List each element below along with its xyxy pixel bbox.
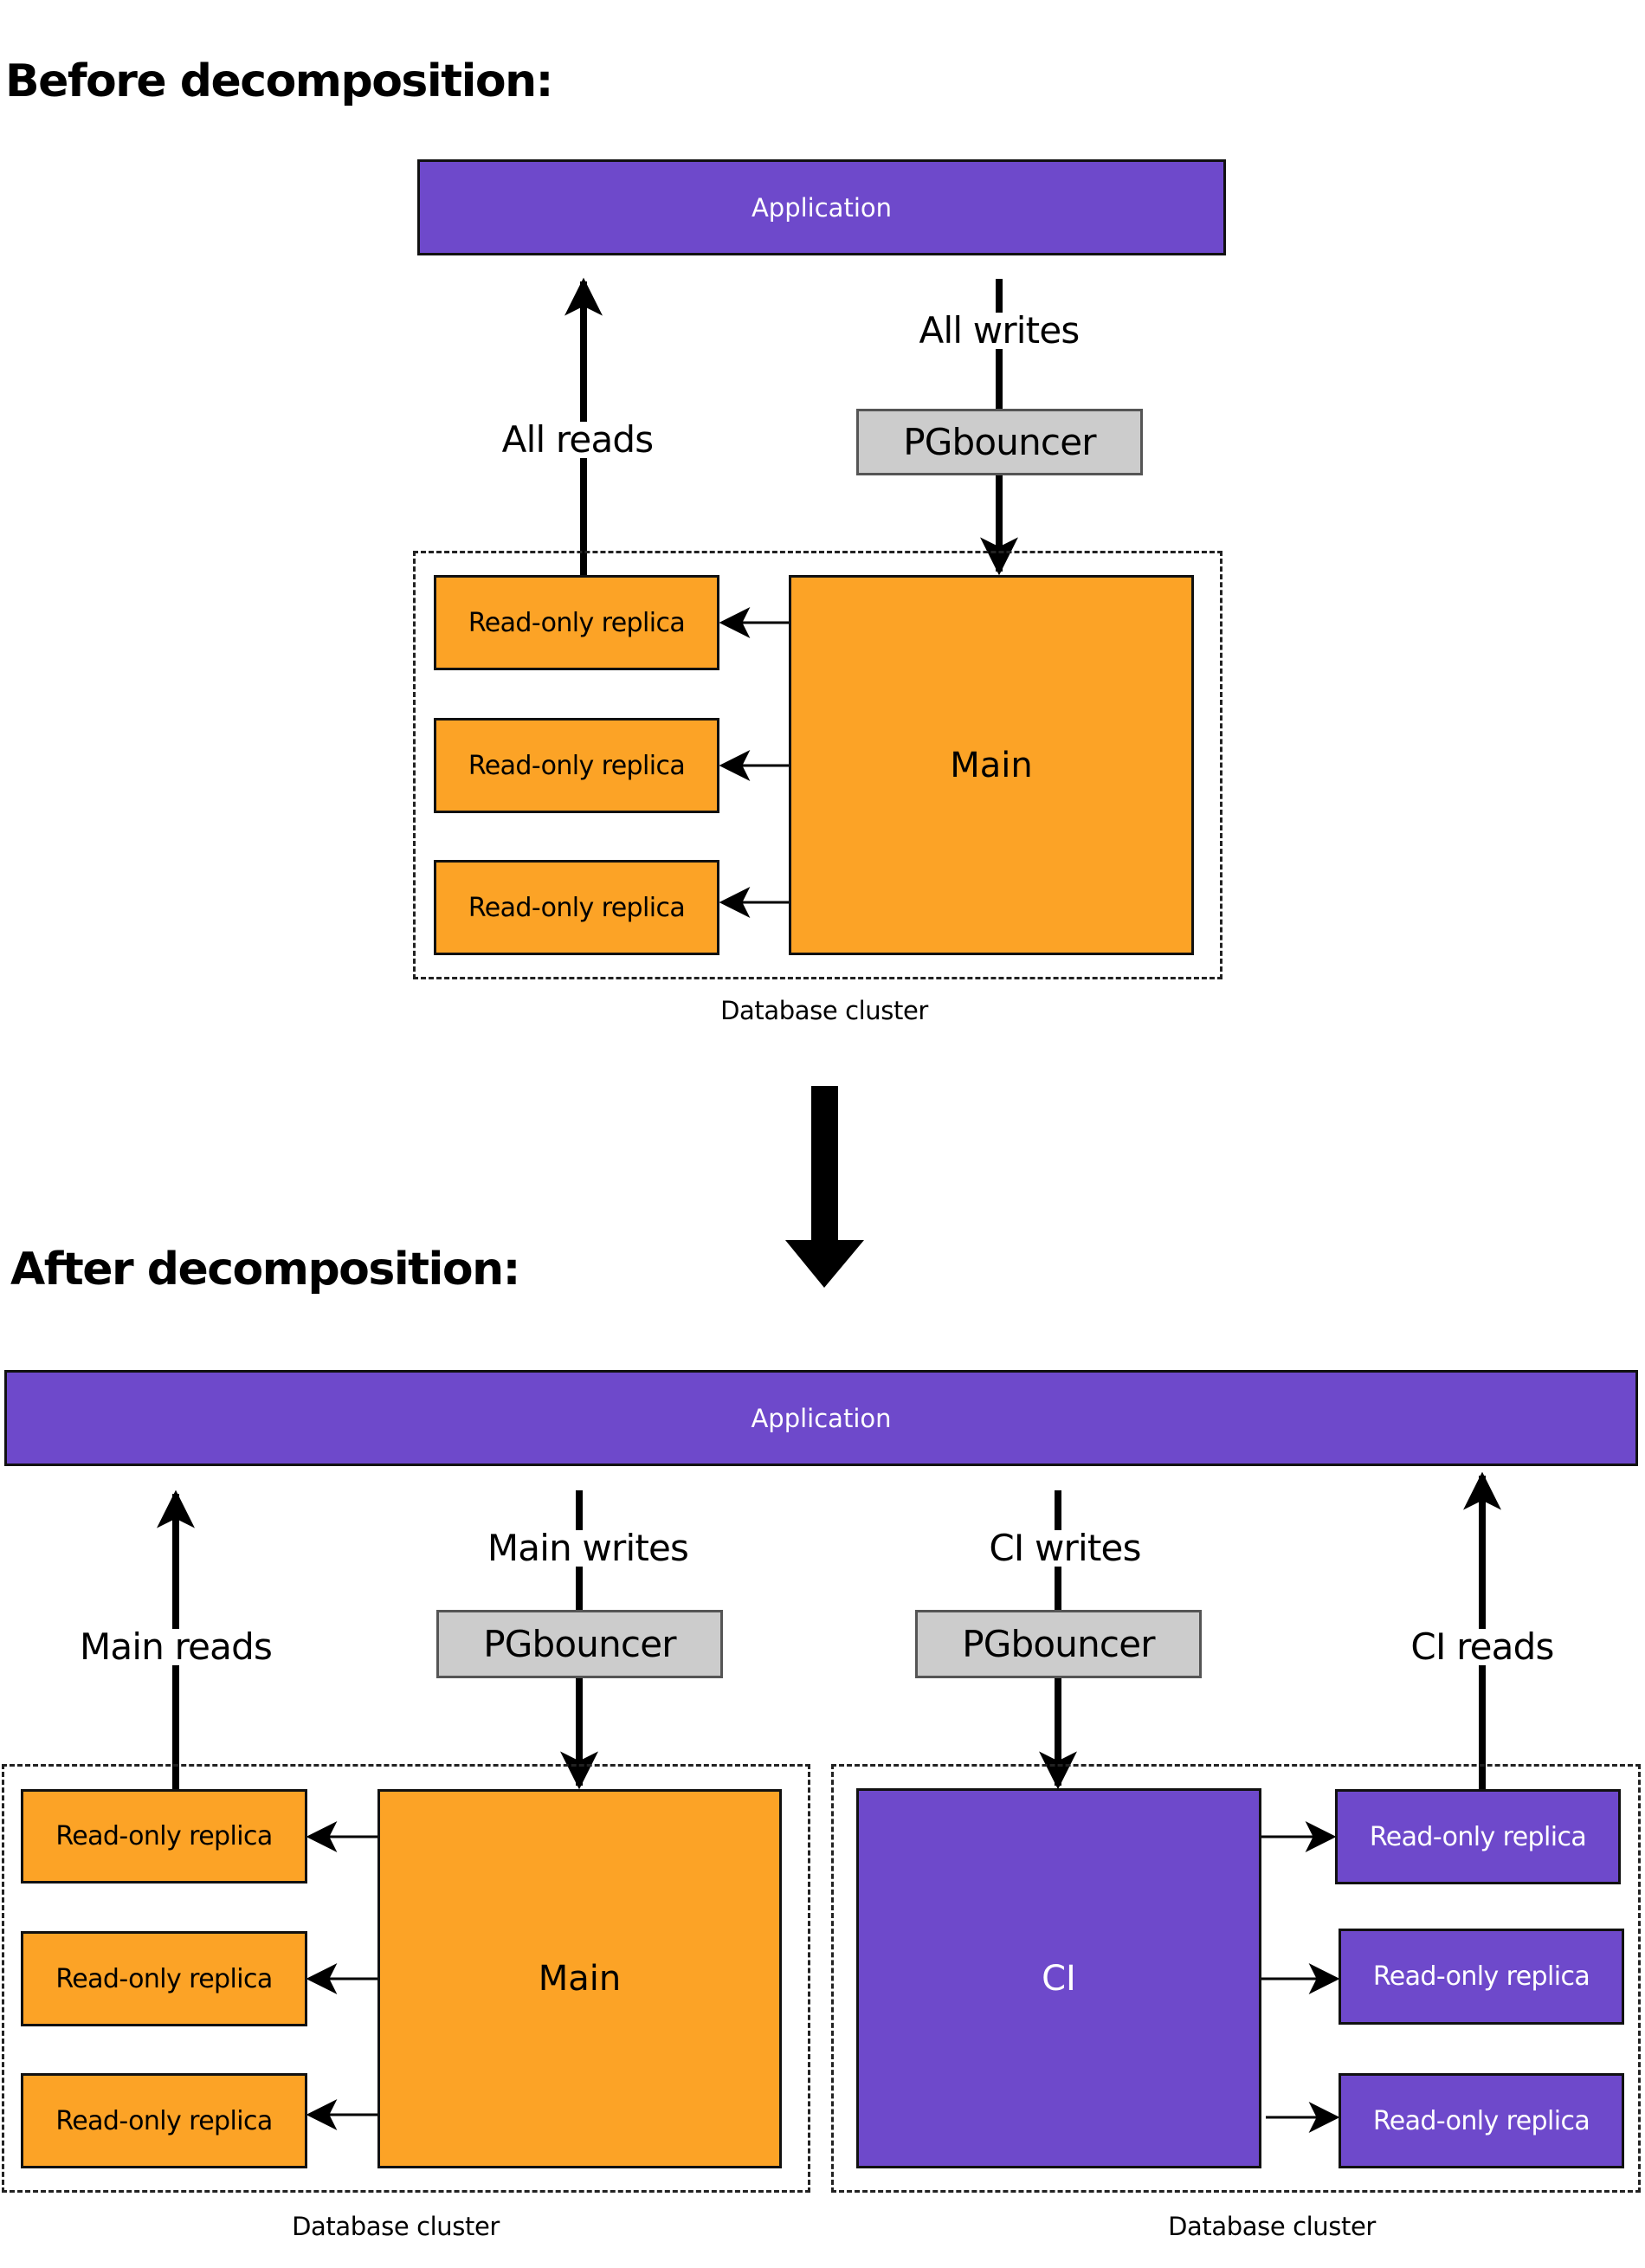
pgbouncer-box: PGbouncer [856,409,1143,475]
application-label: Application [751,192,893,223]
ci-db-label: CI [1042,1958,1076,1999]
read-replica-box: Read-only replica [434,860,719,955]
ci-read-replica-box: Read-only replica [1339,2073,1624,2168]
ci-writes-label: CI writes [987,1527,1143,1569]
main-database-cluster-label: Database cluster [292,2212,500,2241]
main-writes-label: Main writes [485,1527,691,1569]
all-writes-label: All writes [917,309,1081,352]
main-read-replica-label: Read-only replica [55,1963,273,1994]
main-read-replica-box: Read-only replica [21,1789,307,1884]
application-box: Application [417,159,1226,255]
ci-reads-label: CI reads [1409,1625,1556,1668]
main-db-label-after: Main [538,1959,622,1999]
ci-read-replica-box: Read-only replica [1335,1789,1621,1884]
application-label-after: Application [751,1403,892,1433]
after-title: After decomposition: [10,1244,520,1296]
main-pgbouncer-box: PGbouncer [436,1610,723,1678]
main-read-replica-box: Read-only replica [21,1931,307,2026]
main-reads-label: Main reads [77,1625,274,1668]
read-replica-box: Read-only replica [434,718,719,813]
ci-database-cluster-label: Database cluster [1168,2212,1376,2241]
ci-pgbouncer-box: PGbouncer [915,1610,1202,1678]
ci-read-replica-label: Read-only replica [1369,1821,1587,1852]
read-replica-label: Read-only replica [468,750,686,781]
read-replica-label: Read-only replica [468,607,686,638]
main-pgbouncer-label: PGbouncer [483,1623,676,1665]
main-db-box: Main [789,575,1194,955]
before-title: Before decomposition: [5,55,553,107]
database-cluster-label: Database cluster [720,996,928,1025]
arrow-down-icon [785,1086,864,1288]
ci-pgbouncer-label: PGbouncer [962,1623,1155,1665]
ci-read-replica-label: Read-only replica [1372,1961,1590,1992]
ci-read-replica-label: Read-only replica [1372,2105,1590,2136]
read-replica-box: Read-only replica [434,575,719,670]
pgbouncer-label: PGbouncer [903,421,1096,463]
ci-read-replica-box: Read-only replica [1339,1929,1624,2025]
main-read-replica-box: Read-only replica [21,2073,307,2168]
application-box-after: Application [4,1370,1638,1466]
main-read-replica-label: Read-only replica [55,2105,273,2136]
main-db-label: Main [950,745,1033,785]
main-db-box-after: Main [377,1789,782,2168]
all-reads-label: All reads [500,418,655,461]
ci-db-box: CI [856,1788,1261,2168]
main-read-replica-label: Read-only replica [55,1821,273,1851]
read-replica-label: Read-only replica [468,892,686,923]
